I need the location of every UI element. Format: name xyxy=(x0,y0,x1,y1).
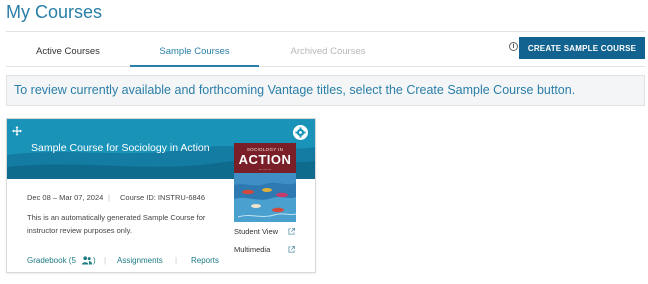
assignments-link[interactable]: Assignments xyxy=(117,256,163,265)
multimedia-link[interactable]: Multimedia xyxy=(234,245,270,254)
book-cover-art xyxy=(234,173,296,222)
course-id: Course ID: INSTRU-6846 xyxy=(120,193,206,202)
footer-separator: | xyxy=(175,256,178,265)
course-settings-button[interactable] xyxy=(293,125,308,140)
info-separator: | xyxy=(108,193,110,202)
page-title: My Courses xyxy=(6,2,103,22)
gradebook-close-paren: ) xyxy=(93,256,96,265)
course-title[interactable]: Sample Course for Sociology in Action xyxy=(31,142,210,154)
student-view-link[interactable]: Student View xyxy=(234,227,278,236)
course-dates: Dec 08 – Mar 07, 2024 xyxy=(27,193,104,202)
external-link-icon[interactable] xyxy=(288,228,295,235)
gradebook-link[interactable]: Gradebook (5 xyxy=(27,256,76,265)
tab-archived-courses[interactable]: Archived Courses xyxy=(259,32,397,67)
move-icon[interactable] xyxy=(12,126,22,136)
create-sample-course-button[interactable]: CREATE SAMPLE COURSE xyxy=(519,37,645,59)
book-cover-author-line: — — — xyxy=(258,167,272,171)
info-banner-text: To review currently available and forthc… xyxy=(14,83,576,97)
footer-separator: | xyxy=(104,256,107,265)
people-icon xyxy=(82,256,92,265)
tab-active-courses[interactable]: Active Courses xyxy=(6,32,130,67)
course-card: Sample Course for Sociology in Action SO… xyxy=(6,118,316,273)
external-link-icon[interactable] xyxy=(288,246,295,253)
course-description: This is an automatically generated Sampl… xyxy=(27,213,206,235)
book-cover-title: ACTION xyxy=(238,152,292,167)
info-banner: To review currently available and forthc… xyxy=(6,75,645,106)
tab-sample-courses[interactable]: Sample Courses xyxy=(130,32,259,67)
gear-icon xyxy=(295,127,306,138)
info-icon[interactable]: i xyxy=(509,42,518,51)
reports-link[interactable]: Reports xyxy=(191,256,219,265)
book-cover: SOCIOLOGY IN ACTION — — — xyxy=(234,143,296,222)
